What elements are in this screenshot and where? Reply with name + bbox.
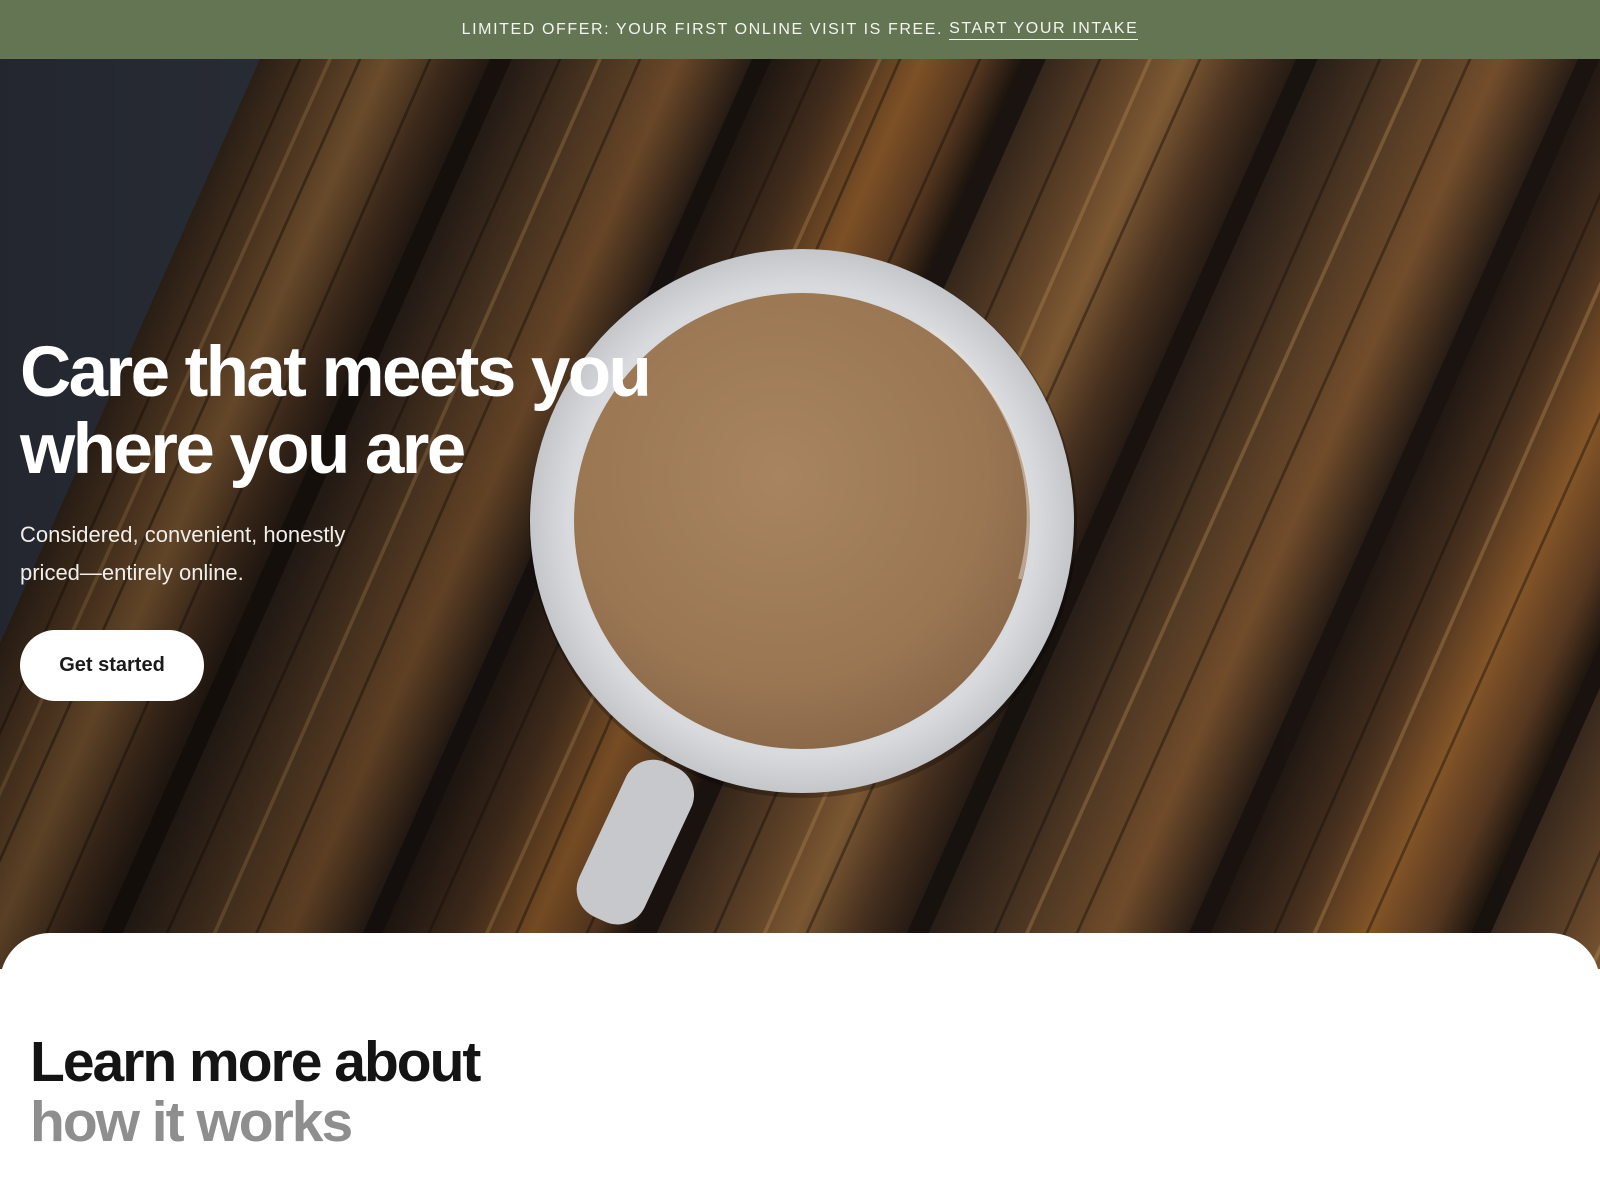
announcement-text: Limited offer: Your first online visit i… <box>461 20 944 38</box>
hero-section: Care that meets you where you are Consid… <box>0 59 1600 969</box>
hero-subtitle: Considered, convenient, honestly priced—… <box>20 522 346 585</box>
learn-more-heading-line2: how it works <box>30 1090 353 1154</box>
hero-copy: Care that meets you where you are Consid… <box>20 334 720 701</box>
start-intake-link[interactable]: Start your intake <box>949 20 1139 40</box>
announcement-bar: Limited offer: Your first online visit i… <box>0 0 1600 59</box>
learn-more-section: Learn more about how it works <box>0 933 1600 1200</box>
hero-title: Care that meets you where you are <box>20 333 652 489</box>
learn-more-heading-line1: Learn more about <box>30 1030 481 1094</box>
get-started-button[interactable]: Get started <box>20 630 204 701</box>
learn-more-heading: Learn more about how it works <box>30 1030 481 1154</box>
